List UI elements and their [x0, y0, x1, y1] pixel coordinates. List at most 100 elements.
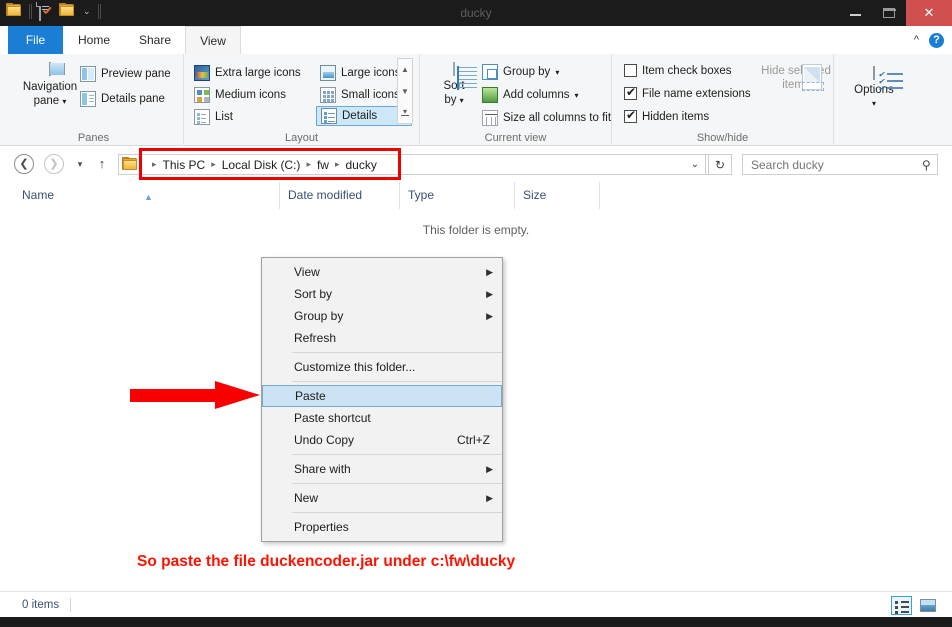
- search-box[interactable]: ⚲: [742, 154, 938, 175]
- context-menu-item-view[interactable]: View ▶: [262, 261, 502, 283]
- hidden-items-label: Hidden items: [642, 110, 710, 123]
- layout-list[interactable]: List: [190, 108, 237, 126]
- context-menu-item-paste-shortcut[interactable]: Paste shortcut: [262, 407, 502, 429]
- layout-details-label: Details: [342, 110, 378, 122]
- sort-by-label-2: by ▾: [444, 94, 464, 106]
- preview-pane-label: Preview pane: [101, 68, 171, 80]
- navigation-pane-icon: [49, 62, 65, 76]
- hide-selected-items-button[interactable]: Hide selected items: [760, 62, 832, 92]
- preview-pane-button[interactable]: Preview pane: [80, 66, 171, 82]
- view-mode-buttons: [891, 596, 938, 615]
- column-header-type[interactable]: Type: [400, 182, 515, 209]
- small-icons-icon: [320, 87, 336, 103]
- breadcrumb-separator-0[interactable]: ▸: [152, 159, 157, 170]
- tab-view[interactable]: View: [185, 26, 241, 54]
- context-menu-item-refresh[interactable]: Refresh: [262, 327, 502, 349]
- sort-ascending-icon: ▲: [144, 192, 153, 202]
- context-menu-item-share-with-label: Share with: [294, 462, 351, 476]
- breadcrumb-separator-2[interactable]: ▸: [306, 159, 311, 170]
- tab-bar-filler: [241, 26, 952, 54]
- group-by-button[interactable]: Group by ▾: [482, 64, 559, 80]
- item-check-boxes-checkbox[interactable]: [624, 64, 637, 77]
- search-icon[interactable]: ⚲: [922, 158, 931, 172]
- layout-medium-icons[interactable]: Medium icons: [190, 86, 290, 104]
- status-divider: [70, 598, 71, 612]
- layout-large-icons[interactable]: Large icons: [316, 64, 404, 82]
- large-icons-view-button[interactable]: [917, 596, 938, 615]
- context-menu-item-undo-copy-accelerator: Ctrl+Z: [457, 433, 490, 447]
- size-all-columns-button[interactable]: Size all columns to fit: [482, 110, 611, 126]
- file-name-extensions-label: File name extensions: [642, 87, 751, 100]
- column-header-name[interactable]: Name ▲: [14, 182, 280, 209]
- layout-scroll-down-icon[interactable]: ▼: [398, 81, 412, 103]
- breadcrumb-item-this-pc[interactable]: This PC: [163, 158, 206, 172]
- hidden-items-option[interactable]: Hidden items: [624, 108, 710, 123]
- breadcrumb-separator-1[interactable]: ▸: [211, 159, 216, 170]
- close-button[interactable]: ✕: [906, 0, 952, 26]
- add-columns-button[interactable]: Add columns ▾: [482, 87, 579, 103]
- address-dropdown-icon[interactable]: ⌄: [685, 154, 706, 175]
- hidden-items-checkbox[interactable]: [624, 108, 637, 123]
- layout-more-icon[interactable]: ▾: [398, 103, 412, 125]
- layout-small-icons[interactable]: Small icons: [316, 86, 404, 104]
- file-name-extensions-option[interactable]: File name extensions: [624, 85, 751, 100]
- layout-scroll-controls[interactable]: ▲ ▼ ▾: [397, 58, 413, 124]
- layout-scroll-up-icon[interactable]: ▲: [398, 59, 412, 81]
- navigation-pane-button[interactable]: Navigation pane ▾: [14, 62, 86, 109]
- context-menu-separator-4: [262, 483, 502, 484]
- window-bottom-edge: [0, 617, 952, 627]
- context-menu-item-customize-this-folder[interactable]: Customize this folder...: [262, 356, 502, 378]
- context-menu-item-view-label: View: [294, 265, 320, 279]
- collapse-ribbon-icon[interactable]: ^: [914, 34, 919, 46]
- address-folder-icon: [122, 156, 138, 173]
- title-bar: customize-quick-access-caret ⌄ ducky ✕: [0, 0, 952, 26]
- medium-icons-icon: [194, 87, 210, 103]
- context-menu-item-paste[interactable]: Paste: [262, 385, 502, 407]
- breadcrumb-item-ducky[interactable]: ducky: [346, 158, 377, 172]
- context-menu-item-group-by[interactable]: Group by ▶: [262, 305, 502, 327]
- context-menu-item-share-with[interactable]: Share with ▶: [262, 458, 502, 480]
- context-menu-item-new[interactable]: New ▶: [262, 487, 502, 509]
- sort-by-label-1: Sort: [443, 80, 465, 92]
- context-menu-item-properties[interactable]: Properties: [262, 516, 502, 538]
- add-columns-caret-icon: ▾: [574, 90, 579, 100]
- breadcrumb-separator-3[interactable]: ▸: [335, 159, 340, 170]
- back-button[interactable]: ❮: [14, 154, 34, 174]
- search-input[interactable]: [749, 155, 909, 174]
- item-check-boxes-option[interactable]: Item check boxes: [624, 64, 731, 77]
- tab-file[interactable]: File: [8, 26, 63, 54]
- tab-share[interactable]: Share: [125, 26, 185, 54]
- column-header-name-label: Name: [22, 188, 55, 202]
- help-icon[interactable]: ?: [929, 32, 944, 48]
- recent-locations-icon[interactable]: ▾: [71, 155, 89, 173]
- context-menu-item-undo-copy[interactable]: Undo Copy Ctrl+Z: [262, 429, 502, 451]
- context-menu-item-sort-by[interactable]: Sort by ▶: [262, 283, 502, 305]
- breadcrumb-bar[interactable]: ▸ This PC ▸ Local Disk (C:) ▸ fw ▸ ducky: [118, 154, 722, 175]
- forward-button[interactable]: ❯: [44, 154, 64, 174]
- file-name-extensions-checkbox[interactable]: [624, 85, 637, 100]
- options-caret-icon[interactable]: ▾: [844, 97, 904, 111]
- refresh-icon[interactable]: ↻: [708, 154, 732, 175]
- context-menu-separator-3: [262, 454, 502, 455]
- details-view-button[interactable]: [891, 596, 912, 615]
- sort-by-button[interactable]: Sort by ▾: [428, 62, 480, 108]
- status-item-count: 0 items: [22, 599, 60, 611]
- breadcrumb-item-local-disk[interactable]: Local Disk (C:): [222, 158, 301, 172]
- tab-home[interactable]: Home: [63, 26, 125, 54]
- maximize-button[interactable]: [872, 0, 906, 26]
- submenu-arrow-icon: ▶: [486, 464, 493, 474]
- up-button[interactable]: ↑: [92, 154, 112, 174]
- context-menu-item-paste-label: Paste: [295, 389, 326, 403]
- layout-extra-large-icons[interactable]: Extra large icons: [190, 64, 305, 82]
- column-header-size[interactable]: Size: [515, 182, 600, 209]
- minimize-button[interactable]: [838, 0, 872, 26]
- context-menu[interactable]: View ▶ Sort by ▶ Group by ▶ Refresh Cust…: [261, 257, 503, 542]
- column-header-date-modified[interactable]: Date modified: [280, 182, 400, 209]
- options-button[interactable]: ✔ ✔ ✔ Options ▾: [844, 66, 904, 111]
- context-menu-item-properties-label: Properties: [294, 520, 349, 534]
- file-explorer-window: customize-quick-access-caret ⌄ ducky ✕ F…: [0, 0, 952, 627]
- annotation-text: So paste the file duckencoder.jar under …: [137, 553, 516, 570]
- details-pane-button[interactable]: Details pane: [80, 91, 165, 107]
- large-icons-icon: [320, 65, 336, 81]
- breadcrumb-item-fw[interactable]: fw: [317, 158, 329, 172]
